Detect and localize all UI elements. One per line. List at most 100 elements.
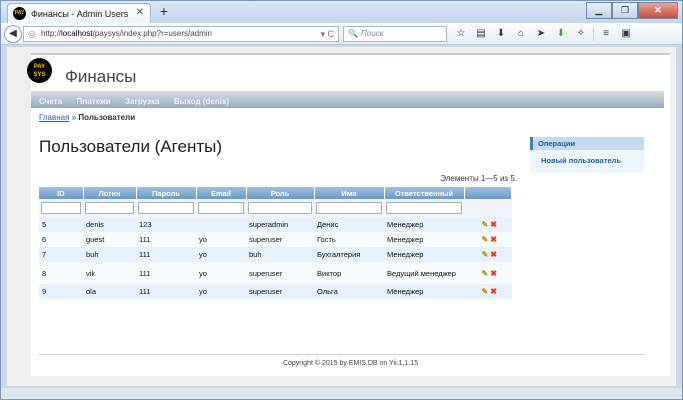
maximize-button[interactable]: ❐ <box>612 2 638 19</box>
footer-copyright: Copyright © 2015 by EMIS.DB on Yii.1.1.1… <box>282 360 419 367</box>
edit-icon[interactable]: ✎ <box>482 220 489 229</box>
new-user-link[interactable]: Новый пользователь <box>530 150 644 165</box>
app-title: Финансы <box>65 67 137 86</box>
column-header-id[interactable]: ID <box>39 187 84 199</box>
delete-icon[interactable]: ✖ <box>490 220 497 229</box>
operations-header: Операции <box>530 137 644 150</box>
cell-name: Бухгалтерия <box>314 247 384 262</box>
column-header-actions <box>464 187 512 199</box>
filter-password-input[interactable] <box>138 202 194 214</box>
filter-role-input[interactable] <box>248 202 312 214</box>
delete-icon[interactable]: ✖ <box>490 287 497 296</box>
breadcrumb-separator: » <box>71 113 77 122</box>
addon-download-icon[interactable]: ⬇ <box>553 27 569 41</box>
window-controls: ▁ ❐ ✕ <box>586 2 678 19</box>
cell-password: 111 <box>136 247 196 262</box>
menu-icon[interactable]: ≡ <box>598 27 614 41</box>
cell-name: Денис <box>314 217 384 232</box>
filter-responsible-input[interactable] <box>386 202 462 214</box>
breadcrumb-home-link[interactable]: Главная <box>39 113 69 122</box>
cell-password: 111 <box>136 262 196 284</box>
cell-role: superuser <box>246 262 314 284</box>
close-window-button[interactable]: ✕ <box>638 2 678 19</box>
navigation-bar: ◀ ◎ http://localhost/paysys/index.php?r=… <box>1 23 682 45</box>
delete-icon[interactable]: ✖ <box>490 269 497 278</box>
cell-name: Гость <box>314 232 384 247</box>
table-row: 5 denis 123 superadmin Денис Менеджер ✎ ✖ <box>39 217 512 232</box>
cell-login: denis <box>83 217 136 232</box>
operations-panel: Операции Новый пользователь <box>530 137 644 173</box>
cell-responsible: Менеджер <box>384 217 464 232</box>
globe-icon: ◎ <box>28 29 36 39</box>
menu-item-payments[interactable]: Платежи <box>76 93 110 110</box>
search-input[interactable]: 🔍 Поиск <box>343 26 447 42</box>
cell-responsible: Ведущий менеджер <box>384 262 464 284</box>
cell-login: ola <box>83 284 136 299</box>
cell-login: vik <box>83 262 136 284</box>
addons-icon[interactable]: ▣ <box>618 27 634 41</box>
grid-summary: Элементы 1—5 из 5. <box>440 174 517 183</box>
filter-email-input[interactable] <box>198 202 244 214</box>
home-icon[interactable]: ⌂ <box>513 27 529 41</box>
cell-password: 123 <box>136 217 196 232</box>
url-text: http://localhost/paysys/index.php?r=user… <box>41 29 212 38</box>
filter-id-input[interactable] <box>41 202 81 214</box>
cell-email: yo <box>196 232 246 247</box>
menu-item-logout[interactable]: Выход (denis) <box>174 93 229 110</box>
bookmark-star-icon[interactable]: ☆ <box>453 27 469 41</box>
cell-role: superuser <box>246 232 314 247</box>
table-row: 8 vik 111 yo superuser Виктор Ведущий ме… <box>39 262 512 284</box>
send-icon[interactable]: ➤ <box>533 27 549 41</box>
column-header-password[interactable]: Пароль <box>136 187 197 199</box>
cell-email <box>196 217 246 232</box>
cell-name: Ольга <box>314 284 384 299</box>
cell-responsible: Менеджер <box>384 247 464 262</box>
edit-icon[interactable]: ✎ <box>482 250 489 259</box>
reload-icon[interactable]: ▾ C <box>320 27 334 41</box>
breadcrumb: Главная » Пользователи <box>39 113 135 122</box>
cell-login: buh <box>83 247 136 262</box>
filter-login-input[interactable] <box>85 202 134 214</box>
page-container: PAY SYS Финансы Счета Платежи Загрузка Вы… <box>27 53 670 376</box>
main-menu: Счета Платежи Загрузка Выход (denis) <box>31 91 664 108</box>
toolbar-separator <box>593 27 594 41</box>
delete-icon[interactable]: ✖ <box>490 235 497 244</box>
menu-item-accounts[interactable]: Счета <box>39 93 62 110</box>
breadcrumb-current: Пользователи <box>78 113 136 122</box>
filter-row <box>39 199 512 217</box>
minimize-button[interactable]: ▁ <box>586 2 612 19</box>
toolbar: ☆ ▤ ⬇ ⌂ ➤ ⬇ ✧ ≡ ▣ <box>453 27 634 41</box>
extension-icon[interactable]: ✧ <box>573 27 589 41</box>
favicon-icon: PAY <box>13 7 26 20</box>
delete-icon[interactable]: ✖ <box>490 250 497 259</box>
edit-icon[interactable]: ✎ <box>482 287 489 296</box>
edit-icon[interactable]: ✎ <box>482 269 489 278</box>
cell-id: 5 <box>39 217 83 232</box>
cell-email: yo <box>196 247 246 262</box>
cell-email: yo <box>196 284 246 299</box>
edit-icon[interactable]: ✎ <box>482 235 489 244</box>
column-header-name[interactable]: Имя <box>314 187 385 199</box>
download-icon[interactable]: ⬇ <box>493 27 509 41</box>
search-icon: 🔍 <box>348 29 358 38</box>
column-header-email[interactable]: Email <box>196 187 247 199</box>
status-bar <box>1 388 682 399</box>
browser-tab[interactable]: PAY Финансы - Admin Users ✕ <box>7 3 151 23</box>
new-tab-button[interactable]: + <box>156 4 172 20</box>
back-button[interactable]: ◀ <box>4 25 22 43</box>
column-header-responsible[interactable]: Ответственный <box>384 187 465 199</box>
filter-name-input[interactable] <box>316 202 382 214</box>
table-row: 7 buh 111 yo buh Бухгалтерия Менеджер ✎ ✖ <box>39 247 512 262</box>
column-header-login[interactable]: Логин <box>83 187 137 199</box>
table-row: 6 guest 111 yo superuser Гость Менеджер … <box>39 232 512 247</box>
clipboard-icon[interactable]: ▤ <box>473 27 489 41</box>
address-bar[interactable]: ◎ http://localhost/paysys/index.php?r=us… <box>23 26 339 42</box>
cell-password: 111 <box>136 284 196 299</box>
tab-title: Финансы - Admin Users <box>31 9 129 19</box>
tab-close-icon[interactable]: ✕ <box>136 7 144 18</box>
page-viewport: PAY SYS Финансы Счета Платежи Загрузка Вы… <box>6 46 677 387</box>
menu-item-upload[interactable]: Загрузка <box>125 93 159 110</box>
column-header-role[interactable]: Роль <box>246 187 315 199</box>
cell-role: superadmin <box>246 217 314 232</box>
cell-responsible: Менеджер <box>384 232 464 247</box>
